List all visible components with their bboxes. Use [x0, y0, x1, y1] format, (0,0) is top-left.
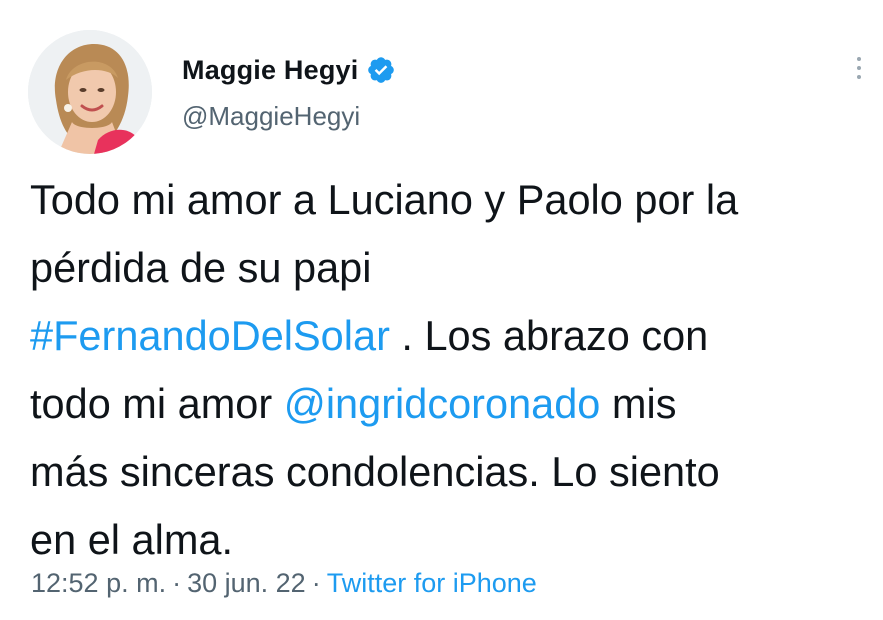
tweet-source-link[interactable]: Twitter for iPhone: [327, 568, 537, 598]
tweet-text-line: pérdida de su papi: [30, 234, 880, 302]
tweet-text-segment: todo mi amor: [30, 380, 284, 427]
tweet-text-segment: Todo mi amor a Luciano y Paolo por la: [30, 176, 739, 223]
tweet-text-line: en el alma.: [30, 506, 880, 574]
tweet-date[interactable]: 30 jun. 22: [187, 568, 306, 598]
tweet-text-segment: en el alma.: [30, 516, 234, 563]
more-options-button[interactable]: [846, 48, 872, 88]
meta-separator: ·: [172, 568, 182, 598]
tweet-text-line: todo mi amor @ingridcoronado mis: [30, 370, 880, 438]
tweet-text-line: más sinceras condolencias. Lo siento: [30, 438, 880, 506]
display-name[interactable]: Maggie Hegyi: [182, 55, 358, 86]
more-vertical-icon-dot: [857, 66, 861, 70]
verified-badge-icon: [366, 55, 396, 85]
tweet-card: Maggie Hegyi @MaggieHegyi Todo mi amor a…: [0, 0, 883, 620]
more-vertical-icon-dot: [857, 75, 861, 79]
meta-separator: ·: [311, 568, 321, 598]
mention-link[interactable]: @ingridcoronado: [284, 380, 601, 427]
avatar[interactable]: [28, 30, 152, 154]
author-name-row[interactable]: Maggie Hegyi: [182, 52, 396, 88]
tweet-text-line: #FernandoDelSolar . Los abrazo con: [30, 302, 880, 370]
tweet-text-segment: . Los abrazo con: [389, 312, 709, 359]
tweet-text-segment: más sinceras condolencias. Lo siento: [30, 448, 720, 495]
hashtag-link[interactable]: #FernandoDelSolar: [30, 312, 390, 359]
tweet-metadata: 12:52 p. m. · 30 jun. 22 · Twitter for iPhon…: [31, 568, 537, 599]
more-vertical-icon: [857, 57, 861, 61]
tweet-text-segment: pérdida de su papi: [30, 244, 372, 291]
tweet-text-segment: mis: [600, 380, 677, 427]
tweet-text-line: Todo mi amor a Luciano y Paolo por la: [30, 166, 880, 234]
user-handle[interactable]: @MaggieHegyi: [182, 101, 360, 132]
tweet-time[interactable]: 12:52 p. m.: [31, 568, 166, 598]
tweet-text: Todo mi amor a Luciano y Paolo por la pér…: [30, 166, 880, 574]
